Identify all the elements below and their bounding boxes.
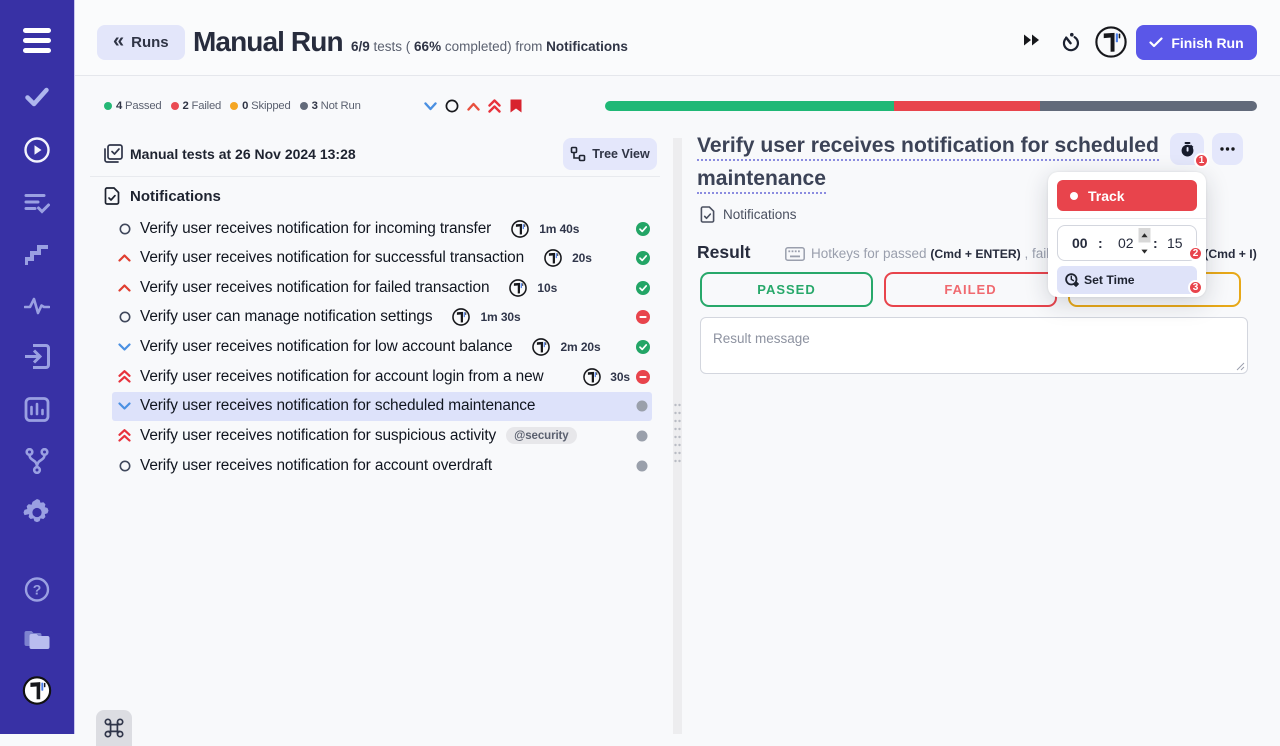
svg-text:?: ? bbox=[33, 582, 42, 598]
